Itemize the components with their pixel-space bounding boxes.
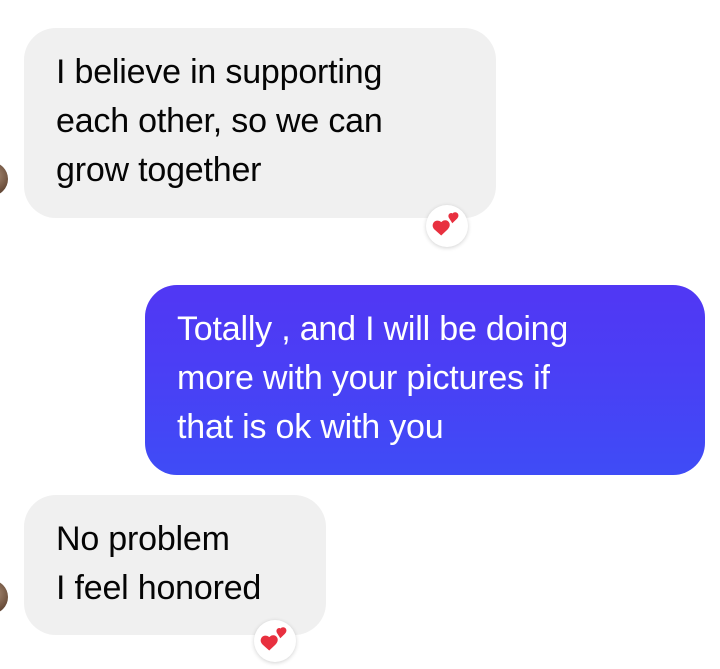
incoming-message-bubble[interactable]: No problem I feel honored	[24, 495, 326, 635]
sender-avatar[interactable]	[0, 162, 8, 196]
message-text-line: Totally , and I will be doing	[177, 310, 569, 348]
two-hearts-icon	[432, 212, 459, 236]
message-thread: I believe in supporting each other, so w…	[0, 0, 720, 669]
message-text-line: I believe in supporting	[56, 53, 383, 91]
message-text-line: each other, so we can	[56, 102, 383, 140]
sender-avatar[interactable]	[0, 580, 8, 614]
message-text-line: I feel honored	[56, 569, 262, 607]
outgoing-message-bubble[interactable]: Totally , and I will be doing more with …	[145, 285, 705, 475]
message-text-line: No problem	[56, 520, 230, 558]
message-text-line: grow together	[56, 151, 262, 189]
incoming-message-bubble[interactable]: I believe in supporting each other, so w…	[24, 28, 496, 218]
two-hearts-icon	[260, 627, 287, 651]
message-text-line: more with your pictures if	[177, 359, 550, 397]
reaction-badge[interactable]	[254, 620, 296, 662]
reaction-badge[interactable]	[426, 205, 468, 247]
message-text-line: that is ok with you	[177, 408, 444, 446]
